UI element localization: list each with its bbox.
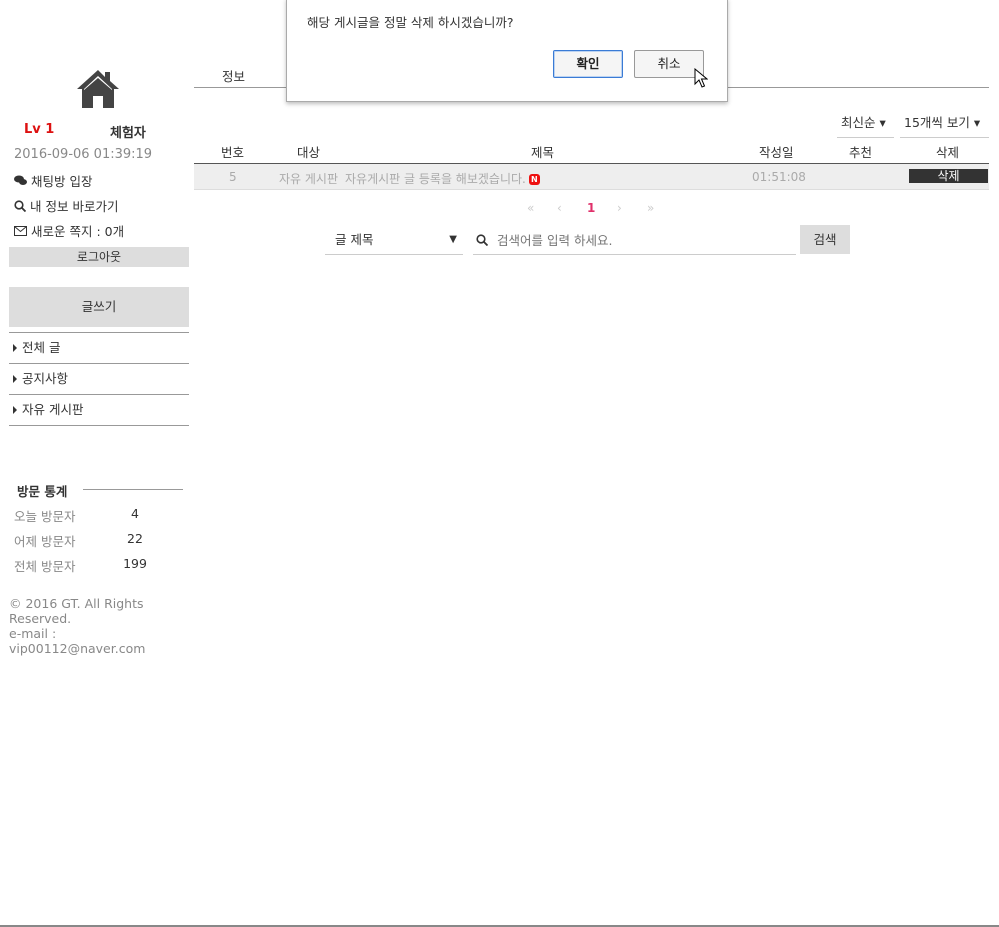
new-badge-icon: N [528, 174, 540, 185]
header-delete: 삭제 [936, 145, 960, 160]
caret-right-icon [13, 406, 17, 414]
stat-label-yesterday: 어제 방문자 [14, 534, 76, 549]
stat-value-today: 4 [131, 506, 139, 521]
header-recommend: 추천 [849, 145, 873, 160]
delete-button[interactable]: 삭제 [909, 169, 988, 183]
stat-label-total: 전체 방문자 [14, 559, 76, 574]
footer: © 2016 GT. All Rights Reserved. e-mail :… [9, 596, 189, 656]
per-page-select-label: 15개씩 보기 ▾ [904, 115, 981, 130]
chat-icon [14, 175, 27, 185]
sidebar: Lv 1 체험자 2016-09-06 01:39:19 채팅방 입장 내 정보… [9, 0, 189, 656]
search-field-label: 글 제목 [335, 232, 374, 247]
tab-info[interactable]: 정보 [222, 66, 245, 85]
stat-value-yesterday: 22 [127, 531, 143, 546]
menu-item-label: 공지사항 [22, 371, 69, 386]
email-text: e-mail : vip00112@naver.com [9, 626, 146, 656]
home-icon[interactable] [75, 68, 121, 110]
menu-item-label: 자유 게시판 [22, 402, 84, 417]
stat-value-total: 199 [123, 556, 147, 571]
menu-item-notice[interactable]: 공지사항 [9, 363, 189, 394]
search-icon [476, 234, 488, 246]
new-message-label: 새로운 쪽지 : 0개 [31, 224, 125, 239]
menu-divider [9, 425, 189, 426]
row-title: 자유게시판 글 등록을 해보겠습니다. [345, 172, 526, 186]
copyright-text: © 2016 GT. All Rights Reserved. [9, 596, 144, 626]
pager-current[interactable]: 1 [587, 201, 595, 215]
user-grade: 체험자 [110, 126, 146, 141]
pager-last[interactable]: » [647, 201, 654, 215]
confirm-button[interactable]: 확인 [553, 50, 623, 78]
chat-room-link[interactable]: 채팅방 입장 [14, 171, 92, 190]
login-datetime: 2016-09-06 01:39:19 [14, 147, 153, 162]
row-title-link[interactable]: 자유게시판 글 등록을 해보겠습니다. N [345, 170, 540, 187]
header-number: 번호 [221, 145, 245, 160]
my-info-label: 내 정보 바로가기 [30, 199, 119, 214]
per-page-select[interactable]: 15개씩 보기 ▾ [900, 113, 989, 138]
my-info-link[interactable]: 내 정보 바로가기 [14, 196, 118, 215]
stat-label-today: 오늘 방문자 [14, 509, 76, 524]
row-date: 01:51:08 [752, 170, 806, 184]
stats-divider [83, 489, 183, 490]
sort-select[interactable]: 최신순 ▾ [837, 113, 894, 138]
stats-title: 방문 통계 [17, 484, 68, 499]
search-icon [14, 199, 26, 212]
mouse-cursor-icon [694, 68, 708, 88]
row-number: 5 [229, 170, 237, 184]
search-field-select[interactable]: 글 제목 ▼ [325, 225, 463, 255]
user-level: Lv 1 [24, 122, 55, 137]
row-target: 자유 게시판 [279, 172, 339, 186]
menu-item-label: 전체 글 [22, 340, 61, 355]
search-box [473, 225, 796, 255]
header-target: 대상 [297, 145, 321, 160]
dialog-message: 해당 게시글을 정말 삭제 하시겠습니까? [307, 15, 514, 30]
menu-item-all[interactable]: 전체 글 [9, 332, 189, 363]
search-input[interactable] [495, 229, 789, 251]
search-button[interactable]: 검색 [800, 225, 850, 254]
new-message-link[interactable]: 새로운 쪽지 : 0개 [14, 221, 124, 240]
menu-item-free-board[interactable]: 자유 게시판 [9, 394, 189, 425]
confirm-dialog: 해당 게시글을 정말 삭제 하시겠습니까? 확인 취소 [286, 0, 728, 102]
write-button[interactable]: 글쓰기 [9, 287, 189, 327]
caret-right-icon [13, 375, 17, 383]
pager-prev[interactable]: ‹ [557, 201, 562, 215]
caret-right-icon [13, 344, 17, 352]
logout-button[interactable]: 로그아웃 [9, 247, 189, 267]
dropdown-arrow-icon: ▼ [449, 234, 457, 245]
chat-room-label: 채팅방 입장 [31, 174, 93, 189]
pager-next[interactable]: › [617, 201, 622, 215]
envelope-icon [14, 225, 27, 236]
header-date: 작성일 [759, 145, 794, 160]
sort-select-label: 최신순 ▾ [841, 115, 886, 130]
pager-first[interactable]: « [527, 201, 534, 215]
header-title: 제목 [531, 145, 555, 160]
